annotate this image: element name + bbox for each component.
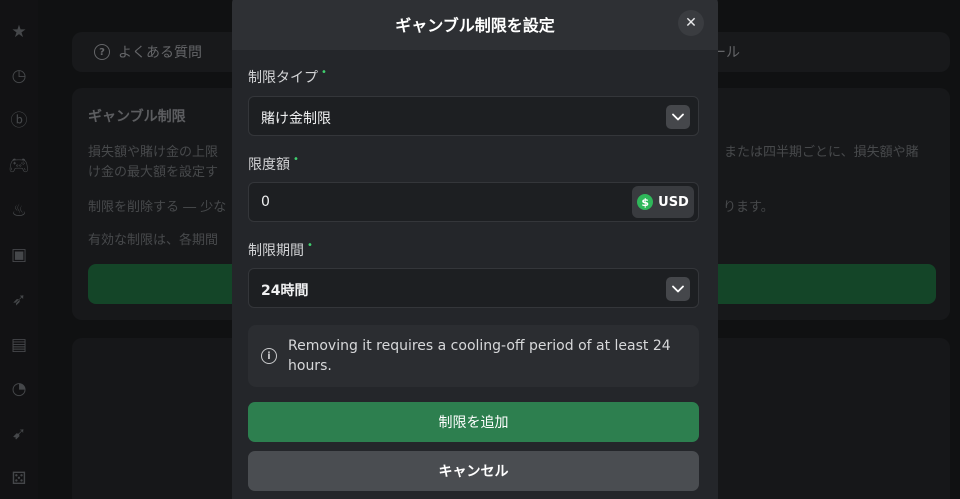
limit-period-label: 制限期間 •	[248, 240, 313, 260]
gambling-limit-modal: ギャンブル制限を設定 ✕ 制限タイプ • 賭け金制限 限度額 • 0 $ USD 制…	[232, 0, 718, 499]
dollar-icon: $	[637, 194, 654, 210]
limit-period-value: 24時間	[261, 283, 309, 299]
currency-code: USD	[658, 194, 689, 210]
limit-period-select[interactable]: 24時間	[248, 268, 699, 308]
limit-amount-input[interactable]: 0 $ USD	[248, 182, 699, 222]
limit-period-label-text: 制限期間	[248, 243, 304, 259]
limit-type-label-text: 制限タイプ	[248, 70, 318, 86]
cancel-button[interactable]: キャンセル	[248, 451, 699, 491]
modal-header: ギャンブル制限を設定 ✕	[232, 0, 718, 50]
add-limit-button[interactable]: 制限を追加	[248, 402, 699, 442]
limit-type-value: 賭け金制限	[261, 111, 331, 127]
required-marker: •	[321, 67, 327, 78]
chevron-down-icon[interactable]	[666, 105, 690, 129]
modal-title: ギャンブル制限を設定	[395, 16, 555, 35]
chevron-down-icon[interactable]	[666, 277, 690, 301]
currency-selector[interactable]: $ USD	[632, 186, 694, 218]
cooling-off-notice: i Removing it requires a cooling-off per…	[248, 325, 699, 387]
required-marker: •	[293, 154, 299, 165]
limit-amount-value: 0	[261, 194, 270, 210]
limit-amount-label: 限度額 •	[248, 154, 299, 174]
limit-amount-label-text: 限度額	[248, 157, 290, 173]
limit-type-label: 制限タイプ •	[248, 67, 327, 87]
close-icon: ✕	[685, 15, 697, 31]
limit-type-select[interactable]: 賭け金制限	[248, 96, 699, 136]
info-icon: i	[261, 348, 277, 364]
close-button[interactable]: ✕	[678, 10, 704, 36]
required-marker: •	[307, 240, 313, 251]
notice-text: Removing it requires a cooling-off perio…	[288, 338, 671, 374]
